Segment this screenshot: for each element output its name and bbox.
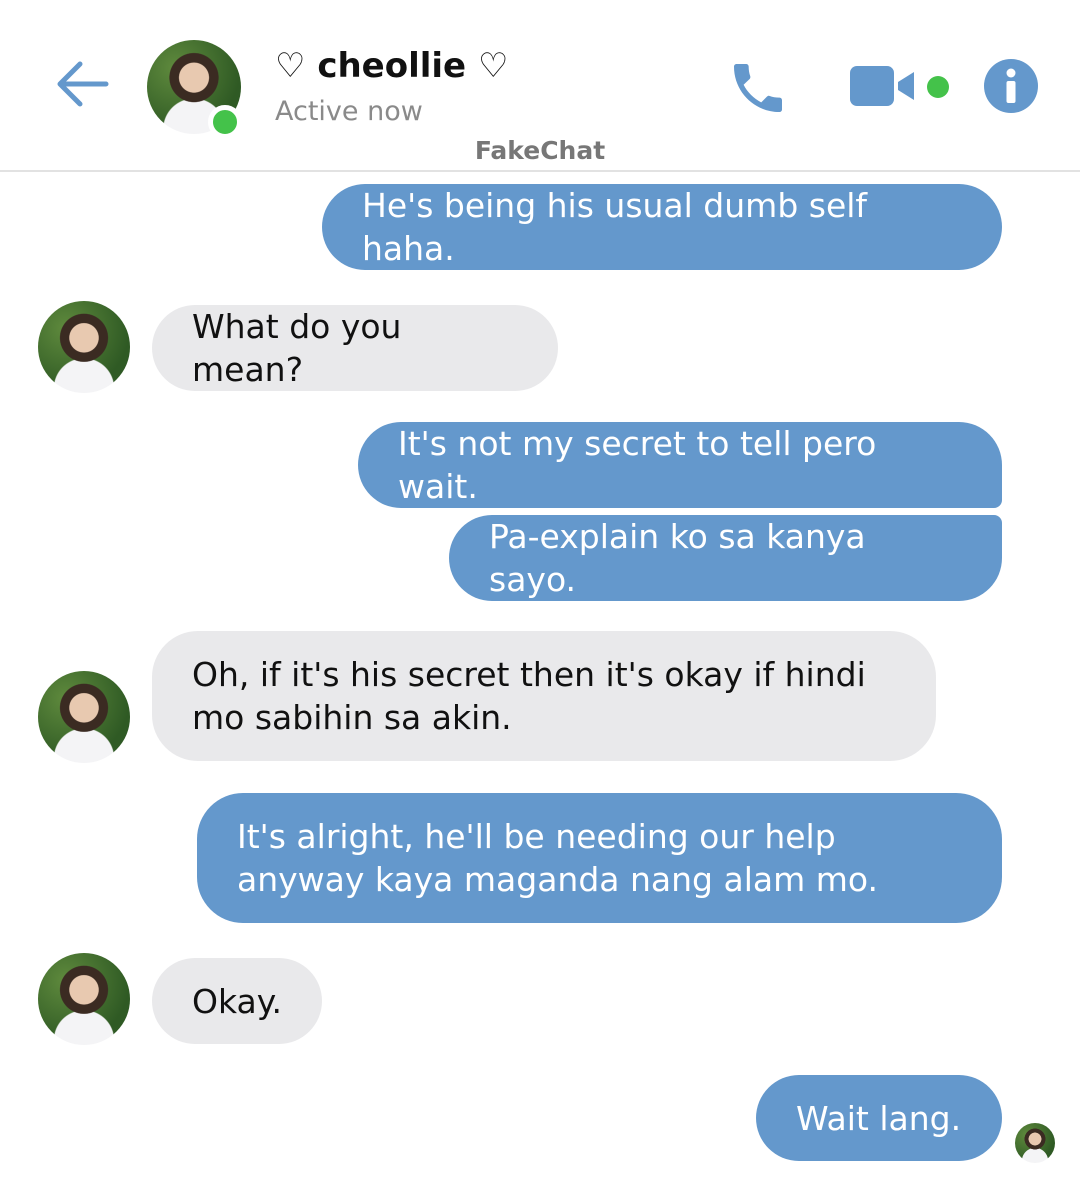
chat-screen: ♡ cheollie ♡ Active now FakeChat He's be… [0,0,1080,1177]
chat-header: ♡ cheollie ♡ Active now FakeChat [0,0,1080,172]
message-text: Okay. [192,981,283,1021]
message-text: It's alright, he'll be needing our help … [237,817,878,899]
message-bubble-outgoing[interactable]: It's alright, he'll be needing our help … [197,793,1002,923]
message-text: What do you mean? [192,307,402,389]
contact-status: Active now [275,96,423,127]
video-active-indicator [927,76,949,98]
app-watermark: FakeChat [474,136,606,165]
info-icon [984,59,1038,113]
back-button[interactable] [50,52,114,116]
message-bubble-outgoing[interactable]: Pa-explain ko sa kanya sayo. [449,515,1002,601]
phone-icon [734,64,782,112]
message-text: It's not my secret to tell pero wait. [398,424,877,506]
message-bubble-incoming[interactable]: Oh, if it's his secret then it's okay if… [152,631,936,761]
message-text: Wait lang. [796,1098,962,1138]
contact-avatar-small[interactable] [38,301,130,393]
video-call-button[interactable] [848,62,920,110]
message-text: He's being his usual dumb self haha. [362,186,868,268]
online-indicator [208,105,242,139]
message-bubble-outgoing[interactable]: He's being his usual dumb self haha. [322,184,1002,270]
message-bubble-outgoing[interactable]: It's not my secret to tell pero wait. [358,422,1002,508]
seen-receipt-avatar [1015,1123,1055,1163]
contact-avatar-small[interactable] [38,671,130,763]
back-arrow-icon [57,61,109,107]
message-bubble-incoming[interactable]: Okay. [152,958,322,1044]
video-camera-icon [850,66,914,106]
message-text: Oh, if it's his secret then it's okay if… [192,655,866,737]
contact-avatar-small[interactable] [38,953,130,1045]
message-bubble-outgoing[interactable]: Wait lang. [756,1075,1002,1161]
info-button[interactable] [983,58,1039,114]
voice-call-button[interactable] [726,56,790,120]
contact-name[interactable]: ♡ cheollie ♡ [275,46,508,86]
message-text: Pa-explain ko sa kanya sayo. [489,517,866,599]
message-bubble-incoming[interactable]: What do you mean? [152,305,558,391]
